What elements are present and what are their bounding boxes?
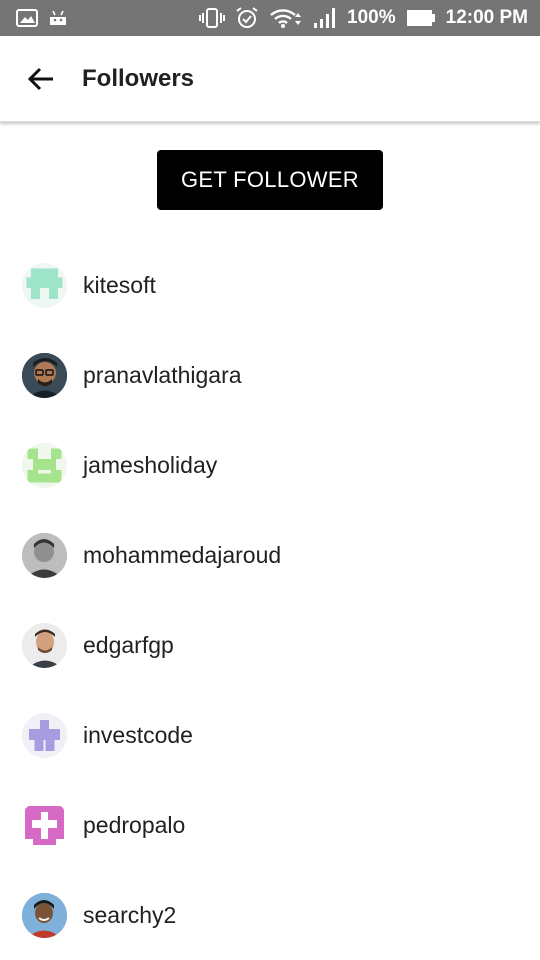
alarm-icon xyxy=(235,6,259,30)
avatar xyxy=(22,802,67,848)
list-item[interactable]: searchy2 xyxy=(0,870,540,960)
avatar xyxy=(22,352,67,398)
arrow-left-icon xyxy=(27,67,53,90)
username: jamesholiday xyxy=(83,451,218,478)
username: searchy2 xyxy=(83,901,177,928)
list-item[interactable]: jamesholiday xyxy=(0,420,540,510)
app-bar: Followers xyxy=(0,36,540,122)
username: investcode xyxy=(83,721,193,748)
wifi-icon xyxy=(269,7,303,29)
avatar xyxy=(22,892,67,938)
username: pedropalo xyxy=(83,811,186,838)
list-item[interactable]: kitesoft xyxy=(0,240,540,330)
list-item[interactable]: edgarfgp xyxy=(0,600,540,690)
cta-container: GET FOLLOWER xyxy=(0,150,540,210)
gallery-icon xyxy=(16,9,38,27)
username: pranavlathigara xyxy=(83,361,242,388)
battery-icon xyxy=(406,9,436,27)
get-follower-button[interactable]: GET FOLLOWER xyxy=(157,150,383,210)
followers-list: kitesoft pranavlathigara jamesholiday mo… xyxy=(0,240,540,960)
avatar xyxy=(22,622,67,668)
status-time: 12:00 PM xyxy=(445,7,528,28)
username: mohammedajaroud xyxy=(83,541,282,568)
avatar xyxy=(22,262,67,308)
page-title: Followers xyxy=(82,64,195,92)
list-item[interactable]: pranavlathigara xyxy=(0,330,540,420)
android-icon xyxy=(48,9,68,27)
battery-percent: 100% xyxy=(347,7,396,28)
status-bar-left xyxy=(16,9,68,27)
signal-icon xyxy=(313,7,337,29)
list-item[interactable]: mohammedajaroud xyxy=(0,510,540,600)
avatar xyxy=(22,712,67,758)
back-button[interactable] xyxy=(0,36,82,122)
avatar xyxy=(22,442,67,488)
vibrate-icon xyxy=(199,7,226,29)
username: edgarfgp xyxy=(83,631,174,658)
list-item[interactable]: investcode xyxy=(0,690,540,780)
status-bar: 100% 12:00 PM xyxy=(0,0,540,36)
username: kitesoft xyxy=(83,271,156,298)
list-item[interactable]: pedropalo xyxy=(0,780,540,870)
status-bar-right: 100% 12:00 PM xyxy=(199,6,528,30)
avatar xyxy=(22,532,67,578)
